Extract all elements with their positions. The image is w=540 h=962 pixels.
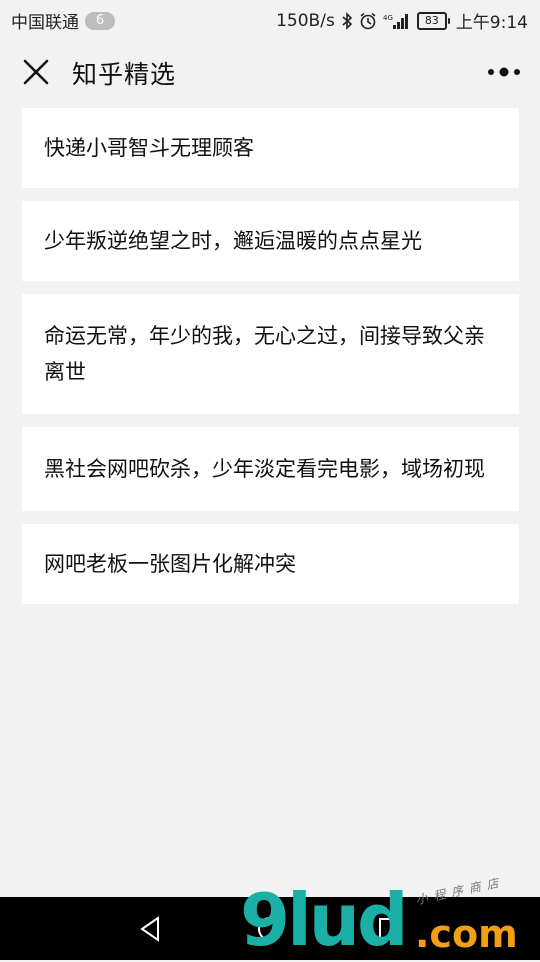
more-button[interactable] — [486, 62, 522, 82]
status-left: 中国联通 6 — [11, 8, 115, 33]
article-title: 快递小哥智斗无理顾客 — [44, 136, 254, 160]
status-bar: 中国联通 6 150B/s 4G 83 上午9:14 — [0, 0, 540, 36]
network-type-label: 4G — [383, 14, 393, 22]
system-nav-bar — [0, 897, 540, 960]
signal-icon: 4G — [383, 12, 411, 30]
bluetooth-icon — [341, 11, 353, 30]
close-button[interactable] — [22, 58, 50, 86]
home-circle-icon — [258, 917, 282, 941]
article-title: 少年叛逆绝望之时，邂逅温暖的点点星光 — [44, 229, 422, 253]
alarm-icon — [359, 12, 377, 30]
battery-tip — [447, 17, 450, 24]
article-title: 黑社会网吧砍杀，少年淡定看完电影，域场初现 — [44, 457, 485, 481]
article-title: 命运无常，年少的我，无心之过，间接导致父亲离世 — [44, 324, 485, 384]
article-item[interactable]: 网吧老板一张图片化解冲突 — [22, 524, 519, 604]
close-icon — [23, 59, 49, 85]
net-speed: 150B/s — [276, 10, 335, 31]
article-list: 快递小哥智斗无理顾客 少年叛逆绝望之时，邂逅温暖的点点星光 命运无常，年少的我，… — [22, 108, 519, 617]
nav-bar: 知乎精选 — [0, 36, 540, 108]
article-item[interactable]: 少年叛逆绝望之时，邂逅温暖的点点星光 — [22, 201, 519, 281]
more-icon — [488, 67, 520, 77]
article-item[interactable]: 命运无常，年少的我，无心之过，间接导致父亲离世 — [22, 294, 519, 414]
status-right: 150B/s 4G 83 上午9:14 — [276, 8, 528, 34]
recents-button[interactable] — [376, 915, 404, 943]
page-title: 知乎精选 — [72, 60, 177, 89]
article-title: 网吧老板一张图片化解冲突 — [44, 552, 296, 576]
battery-icon: 83 — [416, 11, 450, 30]
article-item[interactable]: 快递小哥智斗无理顾客 — [22, 108, 519, 188]
recents-square-icon — [379, 918, 401, 940]
back-triangle-icon — [140, 916, 159, 942]
notification-count-badge: 6 — [85, 11, 115, 30]
battery-level: 83 — [416, 11, 447, 30]
home-button[interactable] — [256, 915, 284, 943]
clock: 上午9:14 — [455, 13, 528, 33]
back-button[interactable] — [136, 915, 164, 943]
article-item[interactable]: 黑社会网吧砍杀，少年淡定看完电影，域场初现 — [22, 427, 519, 511]
carrier-name: 中国联通 — [11, 13, 79, 33]
